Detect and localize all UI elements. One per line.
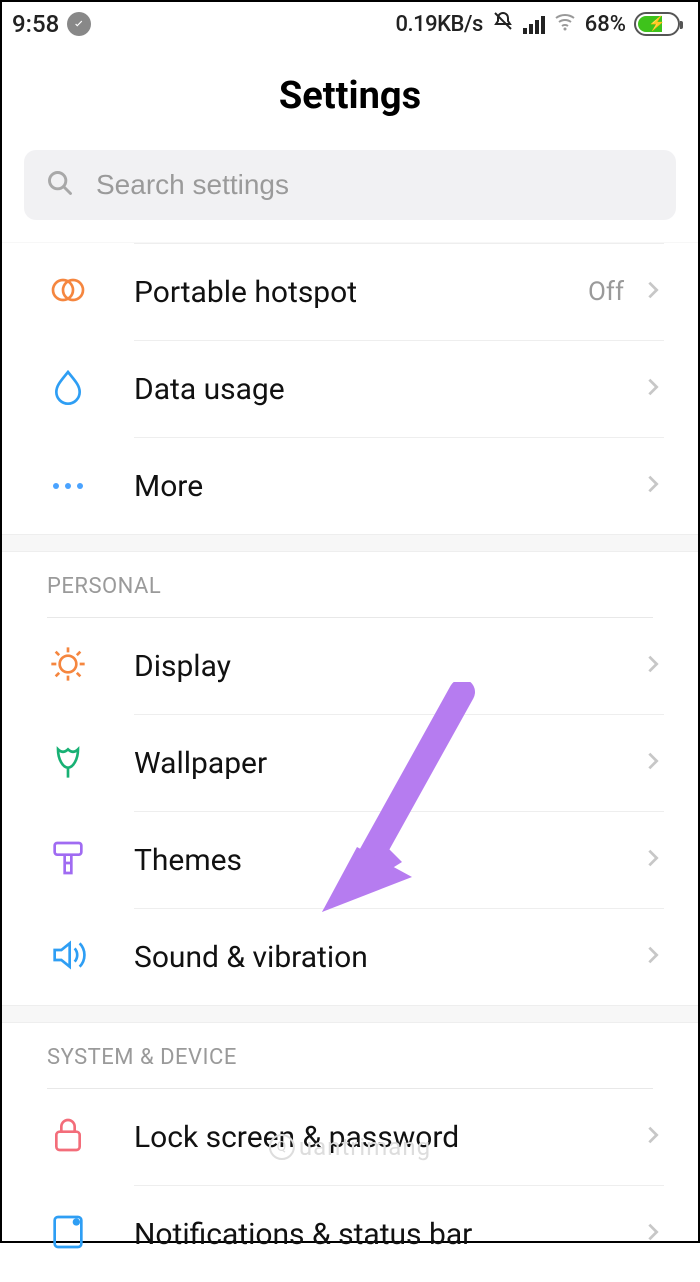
chevron-right-icon	[642, 750, 664, 776]
row-more[interactable]: More	[2, 438, 698, 534]
row-label: Portable hotspot	[134, 275, 588, 310]
row-label: Themes	[134, 843, 642, 878]
status-time: 9:58	[12, 10, 59, 38]
chevron-right-icon	[642, 944, 664, 970]
row-label: Notifications & status bar	[134, 1217, 642, 1252]
tulip-icon	[48, 741, 88, 785]
chevron-right-icon	[642, 473, 664, 499]
chevron-right-icon	[642, 653, 664, 679]
chevron-right-icon	[642, 847, 664, 873]
more-icon	[53, 483, 83, 489]
row-value: Off	[588, 277, 624, 307]
row-sound-vibration[interactable]: Sound & vibration	[2, 909, 698, 1005]
status-bar: 9:58 0.19KB/s 68% ⚡	[2, 2, 698, 46]
speaker-icon	[48, 935, 88, 979]
cellular-signal-icon	[523, 14, 545, 34]
row-portable-hotspot[interactable]: Portable hotspot Off	[2, 244, 698, 340]
page-title: Settings	[2, 46, 698, 150]
sync-complete-icon	[67, 12, 91, 36]
chevron-right-icon	[642, 1221, 664, 1247]
row-label: Wallpaper	[134, 746, 642, 781]
row-label: Display	[134, 649, 642, 684]
row-label: Sound & vibration	[134, 940, 642, 975]
row-data-usage[interactable]: Data usage	[2, 341, 698, 437]
search-container	[2, 150, 698, 242]
group-header-system: SYSTEM & DEVICE	[2, 1023, 698, 1088]
chevron-right-icon	[642, 1124, 664, 1150]
watermark-icon: Q	[269, 1134, 295, 1160]
search-input[interactable]	[96, 169, 654, 201]
wifi-icon	[553, 9, 577, 39]
battery-percent: 68%	[585, 12, 626, 37]
status-right: 0.19KB/s 68% ⚡	[395, 9, 680, 39]
search-icon	[46, 169, 74, 201]
row-label: Data usage	[134, 372, 642, 407]
sun-icon	[48, 644, 88, 688]
network-speed: 0.19KB/s	[395, 12, 482, 37]
row-wallpaper[interactable]: Wallpaper	[2, 715, 698, 811]
row-display[interactable]: Display	[2, 618, 698, 714]
lock-icon	[48, 1115, 88, 1159]
row-notifications[interactable]: Notifications & status bar	[2, 1186, 698, 1282]
row-themes[interactable]: Themes	[2, 812, 698, 908]
paint-roller-icon	[48, 838, 88, 882]
group-header-personal: PERSONAL	[2, 552, 698, 617]
notification-bar-icon	[48, 1212, 88, 1256]
watermark-text: uantrimang	[299, 1133, 431, 1161]
battery-icon: ⚡	[634, 12, 680, 36]
watermark: Q uantrimang	[269, 1133, 431, 1161]
hotspot-icon	[48, 270, 88, 314]
chevron-right-icon	[642, 279, 664, 305]
row-label: More	[134, 469, 642, 504]
chevron-right-icon	[642, 376, 664, 402]
status-left: 9:58	[12, 10, 91, 38]
search-box[interactable]	[24, 150, 676, 220]
water-drop-icon	[48, 367, 88, 411]
mute-icon	[491, 9, 515, 39]
